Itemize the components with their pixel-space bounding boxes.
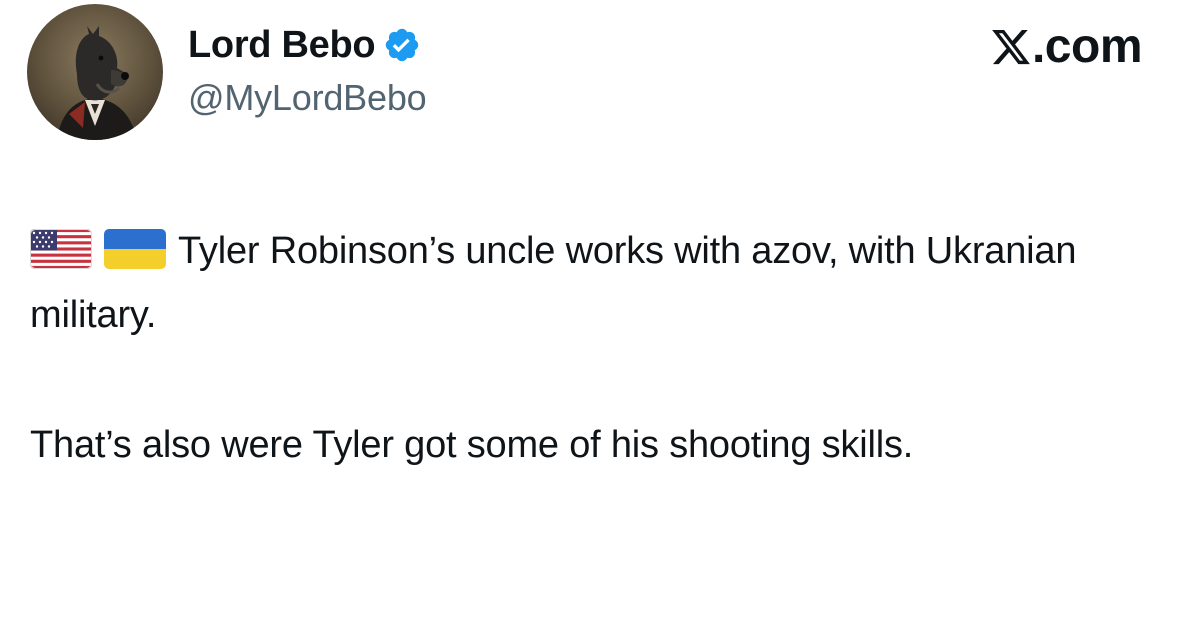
x-logo-icon <box>990 26 1032 68</box>
verified-badge-icon <box>383 26 421 64</box>
post-text: Tyler Robinson’s uncle works with azov, … <box>30 219 1160 477</box>
post-paragraph-2: That’s also were Tyler got some of his s… <box>30 424 914 466</box>
post-card: Lord Bebo @MyLordBebo .com Tyler Robinso… <box>0 0 1200 621</box>
avatar[interactable] <box>27 4 163 140</box>
author-handle[interactable]: @MyLordBebo <box>188 74 427 122</box>
brand-domain-suffix: .com <box>1031 20 1143 73</box>
author-block: Lord Bebo @MyLordBebo <box>188 22 427 122</box>
ukraine-flag-icon <box>104 229 166 269</box>
dog-portrait-avatar-icon <box>27 4 163 140</box>
us-flag-icon <box>30 229 92 269</box>
post-paragraph-1-text: Tyler Robinson’s uncle works with azov, … <box>30 230 1077 336</box>
author-display-name[interactable]: Lord Bebo <box>188 22 376 68</box>
post-paragraph-1: Tyler Robinson’s uncle works with azov, … <box>30 219 1160 347</box>
x-com-brand: .com <box>990 20 1143 73</box>
author-name-row: Lord Bebo <box>188 22 426 68</box>
